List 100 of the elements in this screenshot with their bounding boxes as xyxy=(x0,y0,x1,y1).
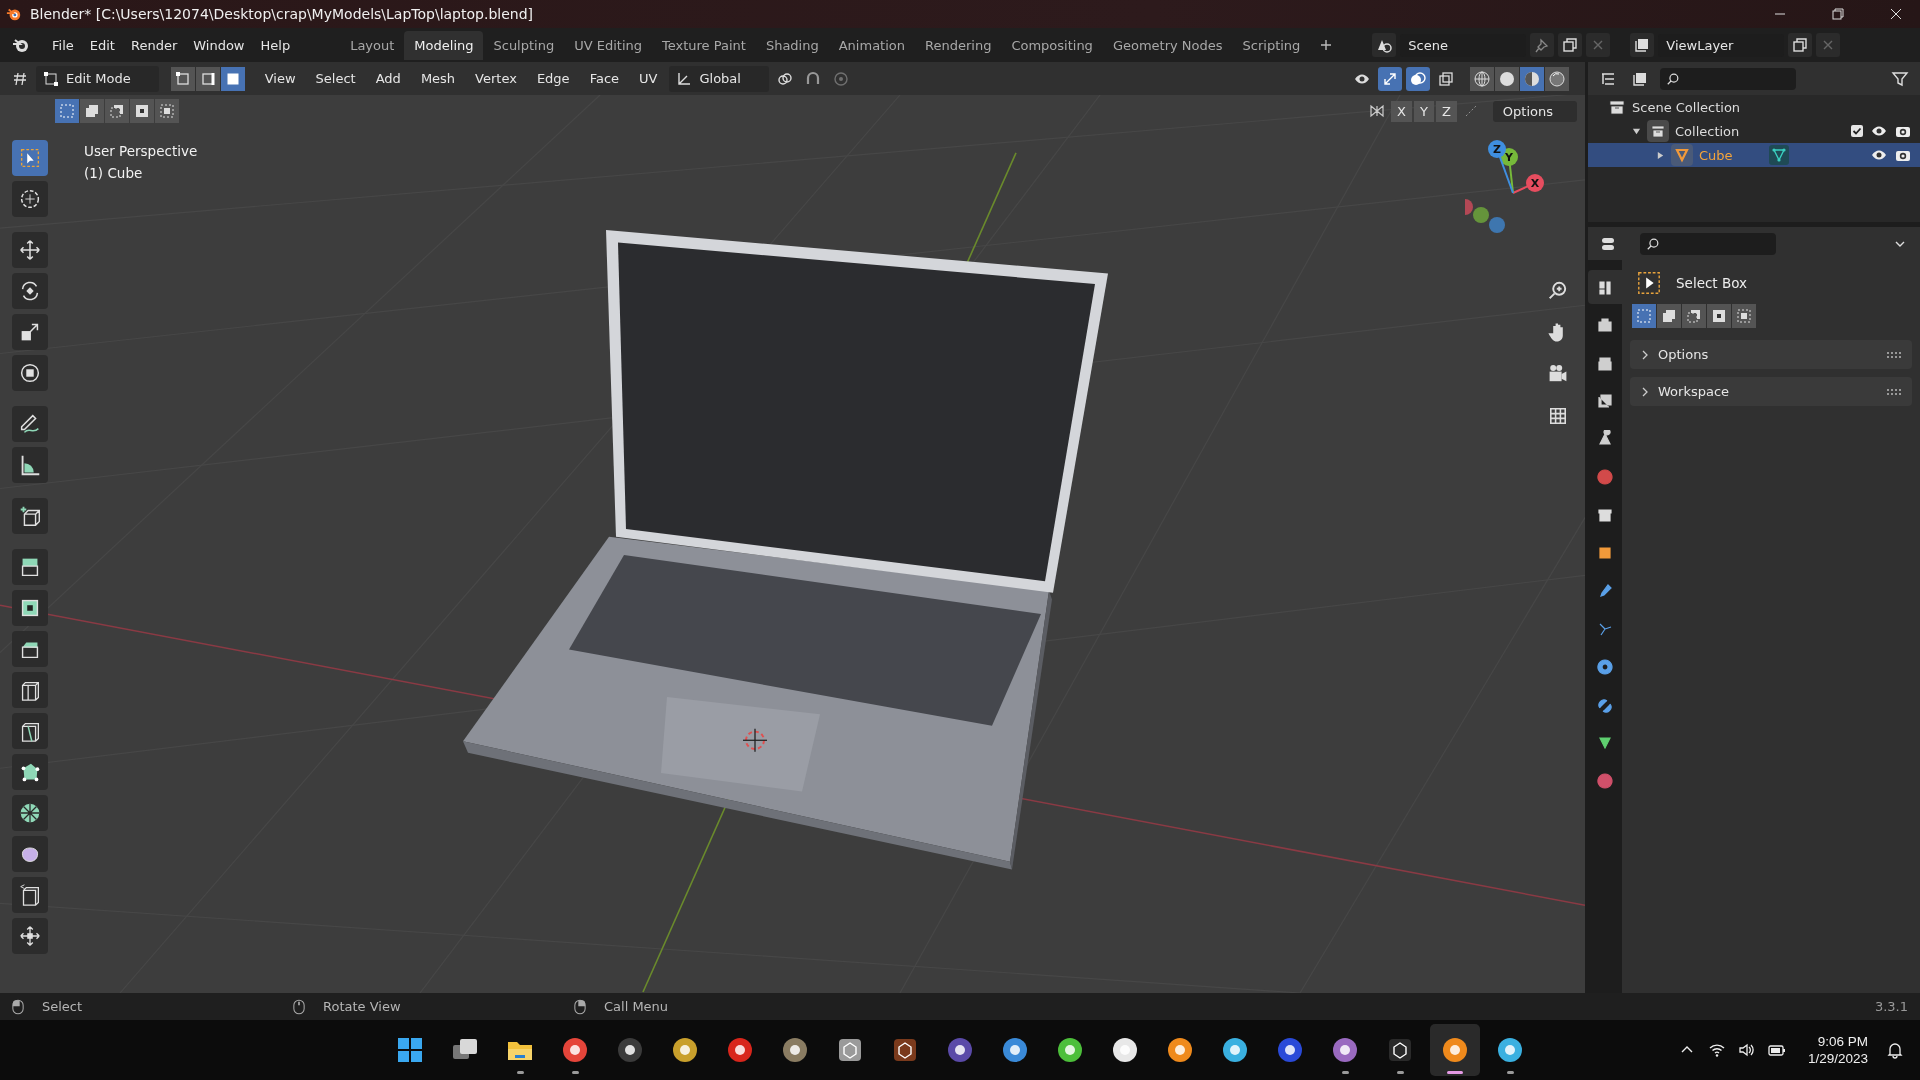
bevel-tool-icon[interactable] xyxy=(12,631,48,667)
app-icon[interactable] xyxy=(891,1036,919,1064)
search-field[interactable] xyxy=(1660,67,1796,90)
overlay-toggle-icon[interactable] xyxy=(1406,66,1430,91)
app-icon[interactable] xyxy=(1441,1036,1469,1064)
shrink-tool-icon[interactable] xyxy=(12,918,48,954)
workspace-tab[interactable]: Sculpting xyxy=(483,30,565,60)
smooth-tool-icon[interactable] xyxy=(12,836,48,872)
checkbox[interactable] xyxy=(1850,124,1864,138)
scale-tool-icon[interactable] xyxy=(12,314,48,350)
menu-item[interactable]: Select xyxy=(307,67,364,90)
outliner-item-label[interactable]: Collection xyxy=(1675,123,1740,139)
rendered-shading-icon[interactable] xyxy=(1545,66,1569,91)
app-icon[interactable] xyxy=(671,1036,699,1064)
outliner-item-label[interactable]: Scene Collection xyxy=(1632,99,1741,115)
vertex-select-icon[interactable] xyxy=(170,66,195,91)
options-dropdown[interactable]: Options xyxy=(1492,100,1577,122)
app-icon[interactable] xyxy=(1221,1036,1249,1064)
menu-item[interactable]: Edit xyxy=(81,33,123,57)
tool-tab-icon[interactable] xyxy=(1588,270,1622,304)
box-mode-icon[interactable] xyxy=(1707,304,1731,328)
app-icon[interactable] xyxy=(946,1036,974,1064)
menu-item[interactable]: Mesh xyxy=(412,67,464,90)
add-cube-tool-icon[interactable] xyxy=(12,498,48,534)
box-mode-icon[interactable] xyxy=(1682,304,1706,328)
workspace-tab[interactable]: Shading xyxy=(755,30,829,60)
app-icon[interactable] xyxy=(561,1036,589,1064)
gizmo-toggle-icon[interactable] xyxy=(1378,66,1402,91)
transform-tool-icon[interactable] xyxy=(12,355,48,391)
app-icon[interactable] xyxy=(1056,1036,1084,1064)
workspace-tab[interactable]: Rendering xyxy=(915,30,1002,60)
copy-icon[interactable] xyxy=(1558,33,1583,57)
axis-toggle[interactable]: Y xyxy=(1413,100,1434,122)
edge-slide-tool-icon[interactable] xyxy=(12,877,48,913)
loop-cut-tool-icon[interactable] xyxy=(12,672,48,708)
cursor-tool-icon[interactable] xyxy=(12,181,48,217)
inset-tool-icon[interactable] xyxy=(12,590,48,626)
axis-toggle[interactable]: X xyxy=(1391,100,1412,122)
start-button[interactable] xyxy=(396,1036,424,1064)
mode-dropdown[interactable]: Edit Mode xyxy=(36,65,159,92)
drag-grip-icon[interactable] xyxy=(1886,350,1902,359)
workspace-tab[interactable]: Compositing xyxy=(1001,30,1103,60)
box-mode-icon[interactable] xyxy=(155,99,179,123)
app-icon[interactable] xyxy=(781,1036,809,1064)
workspace-tab[interactable]: Geometry Nodes xyxy=(1102,30,1233,60)
workspace-tab[interactable]: Texture Paint xyxy=(652,30,756,60)
spin-tool-icon[interactable] xyxy=(12,795,48,831)
drag-grip-icon[interactable] xyxy=(1886,387,1902,396)
app-icon[interactable] xyxy=(1111,1036,1139,1064)
material-shading-icon[interactable] xyxy=(1520,66,1544,91)
disclosure-triangle-icon[interactable] xyxy=(1656,150,1665,160)
face-select-icon[interactable] xyxy=(220,66,245,91)
box-mode-icon[interactable] xyxy=(105,99,129,123)
knife-tool-icon[interactable] xyxy=(12,713,48,749)
app-icon[interactable] xyxy=(1166,1036,1194,1064)
workspace-tab[interactable]: Scripting xyxy=(1232,30,1311,60)
app-icon[interactable] xyxy=(616,1036,644,1064)
menu-item[interactable]: Vertex xyxy=(467,67,525,90)
select-tool-icon[interactable] xyxy=(12,140,48,176)
measure-tool-icon[interactable] xyxy=(12,447,48,483)
mesh-data-icon[interactable] xyxy=(1768,145,1789,165)
annotate-tool-icon[interactable] xyxy=(12,406,48,442)
app-icon[interactable] xyxy=(836,1036,864,1064)
app-icon[interactable] xyxy=(1001,1036,1029,1064)
copy-icon[interactable] xyxy=(1788,33,1813,57)
outliner-item-label[interactable]: Cube xyxy=(1699,147,1733,163)
navigation-gizmo[interactable]: X Y Z xyxy=(1465,135,1575,245)
panel-header[interactable]: Options xyxy=(1630,340,1912,369)
extrude-tool-icon[interactable] xyxy=(12,549,48,585)
scene-icon[interactable] xyxy=(1372,33,1397,57)
orientation-dropdown[interactable]: Global xyxy=(669,65,769,92)
disclosure-triangle-icon[interactable] xyxy=(1632,126,1641,136)
menu-item[interactable]: Render xyxy=(122,33,186,57)
menu-item[interactable]: Edge xyxy=(528,67,578,90)
app-icon[interactable] xyxy=(1276,1036,1304,1064)
speaker-icon[interactable] xyxy=(1737,1041,1756,1059)
box-mode-icon[interactable] xyxy=(130,99,154,123)
menu-item[interactable]: Add xyxy=(367,67,409,90)
image-stack-icon[interactable] xyxy=(1630,33,1655,57)
menu-item[interactable]: View xyxy=(256,67,304,90)
edge-select-icon[interactable] xyxy=(195,66,220,91)
restore-icon[interactable] xyxy=(1832,8,1844,20)
menu-item[interactable]: Window xyxy=(185,33,253,57)
poly-build-tool-icon[interactable] xyxy=(12,754,48,790)
wireframe-shading-icon[interactable] xyxy=(1470,66,1494,91)
search-field[interactable] xyxy=(1640,232,1776,255)
menu-item[interactable]: UV xyxy=(631,67,666,90)
solid-shading-icon[interactable] xyxy=(1495,66,1519,91)
app-icon[interactable] xyxy=(726,1036,754,1064)
clock-date[interactable]: 1/29/2023 xyxy=(1807,1051,1868,1066)
workspace-tab[interactable]: Animation xyxy=(828,30,915,60)
workspace-tab[interactable]: Modeling xyxy=(404,30,484,60)
panel-header[interactable]: Workspace xyxy=(1630,377,1912,406)
axis-toggle[interactable]: Z xyxy=(1435,100,1457,122)
box-mode-icon[interactable] xyxy=(1732,304,1756,328)
box-mode-icon[interactable] xyxy=(80,99,104,123)
close-icon[interactable] xyxy=(1890,8,1902,20)
workspace-tab[interactable]: UV Editing xyxy=(564,30,652,60)
rotate-tool-icon[interactable] xyxy=(12,273,48,309)
app-icon[interactable] xyxy=(1331,1036,1359,1064)
